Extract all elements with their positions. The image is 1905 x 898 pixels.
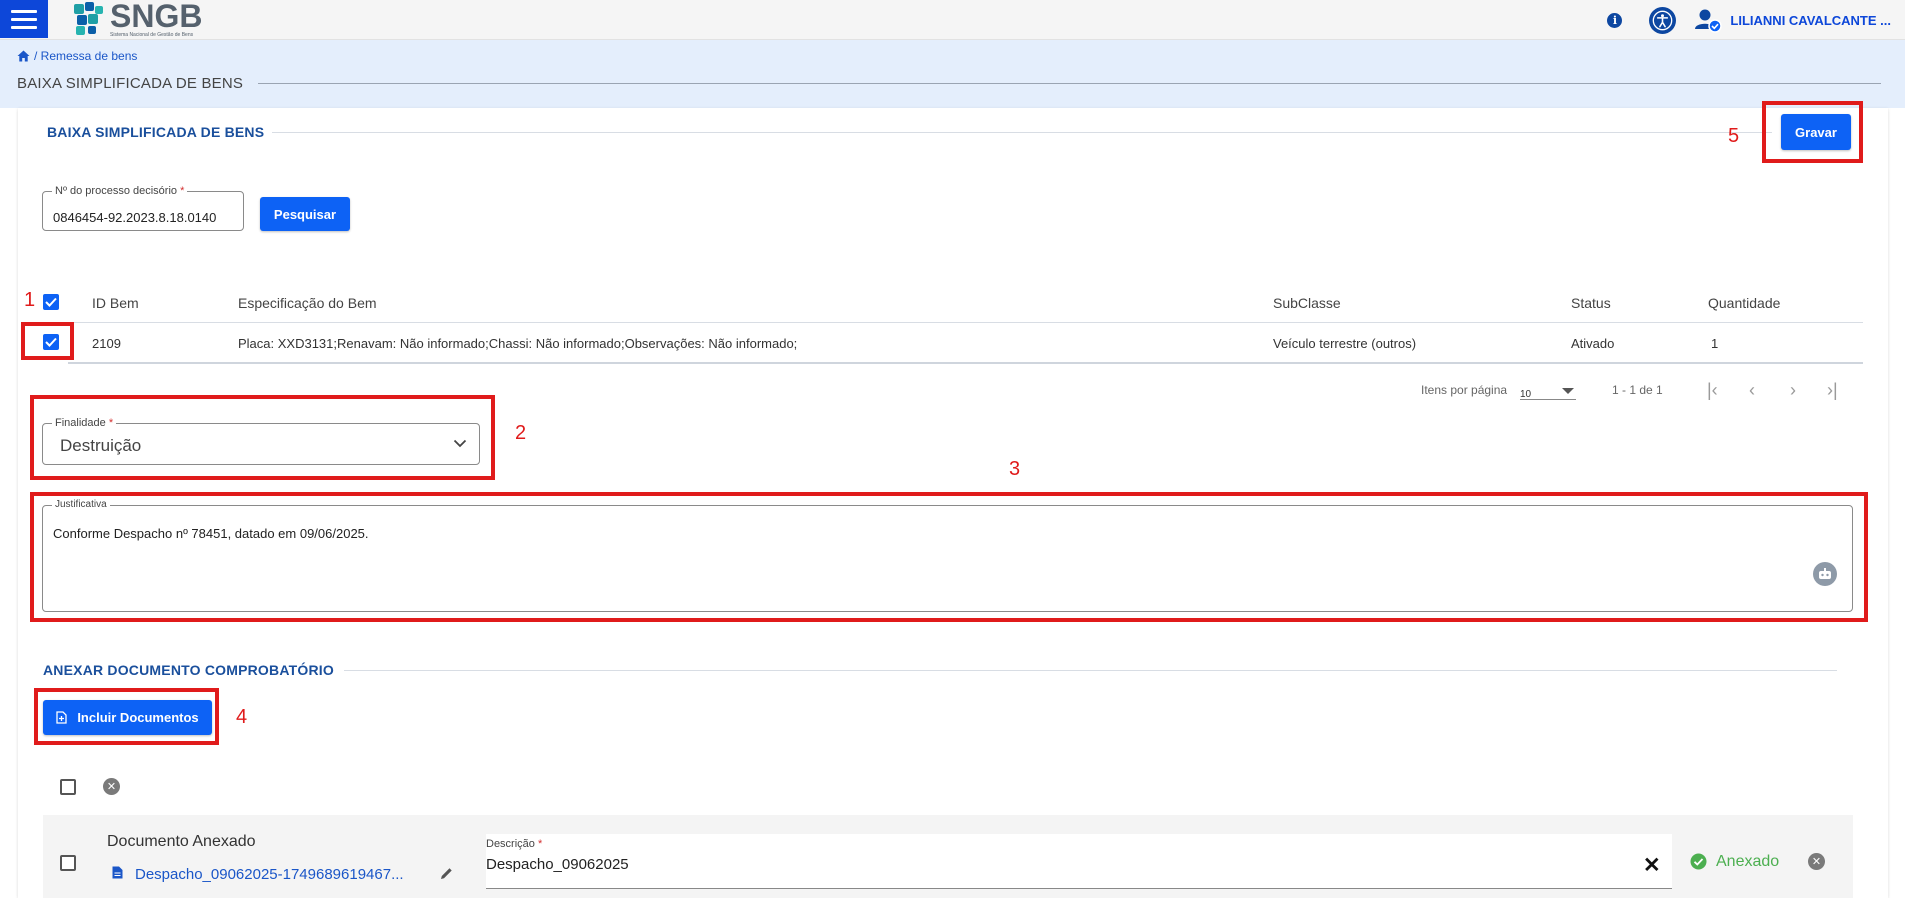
- document-checkbox[interactable]: [60, 855, 76, 871]
- user-name[interactable]: LILIANNI CAVALCANTE ...: [1730, 13, 1891, 28]
- page-range: 1 - 1 de 1: [1612, 383, 1663, 397]
- accessibility-icon[interactable]: [1649, 6, 1677, 34]
- clear-input-icon[interactable]: ✕: [1643, 853, 1661, 878]
- hamburger-menu-icon[interactable]: [0, 0, 48, 38]
- form-section-title: BAIXA SIMPLIFICADA DE BENS: [47, 124, 265, 140]
- page-title: BAIXA SIMPLIFICADA DE BENS: [17, 75, 244, 92]
- breadcrumb-band: [0, 40, 1905, 108]
- processo-field[interactable]: Nº do processo decisório * 0846454-92.20…: [42, 185, 244, 231]
- breadcrumb-item-remessa[interactable]: / Remessa de bens: [34, 49, 137, 63]
- cell-quantidade: 1: [1711, 336, 1719, 351]
- column-header-quantidade[interactable]: Quantidade: [1708, 295, 1780, 311]
- home-icon[interactable]: [17, 50, 30, 62]
- annotation-box-5: [1762, 101, 1863, 163]
- breadcrumb: / Remessa de bens: [17, 49, 137, 63]
- top-bar: SNGB Sistema Nacional de Gestão de Bens …: [0, 0, 1905, 40]
- descricao-label-overlay: Descrição *: [486, 838, 542, 850]
- remove-all-icon[interactable]: ✕: [103, 778, 120, 795]
- last-page-icon[interactable]: ›|: [1827, 380, 1838, 401]
- annotation-number-2: 2: [515, 422, 527, 444]
- page-title-divider: [258, 83, 1881, 84]
- required-marker: *: [537, 838, 543, 850]
- cell-id: 2109: [92, 336, 121, 351]
- annotation-number-4: 4: [236, 706, 248, 728]
- search-button[interactable]: Pesquisar: [260, 197, 350, 231]
- annotation-box-3: [30, 492, 1868, 622]
- cell-status: Ativado: [1571, 336, 1615, 351]
- page-size-value: 10: [1520, 389, 1532, 400]
- first-page-icon[interactable]: |‹: [1707, 380, 1718, 401]
- previous-page-icon[interactable]: ‹: [1749, 380, 1755, 401]
- document-file-icon: [112, 866, 123, 879]
- select-all-documents-checkbox[interactable]: [60, 779, 76, 795]
- annotation-box-1: [21, 322, 74, 360]
- annotation-box-4: [34, 688, 219, 745]
- anexar-section-title: ANEXAR DOCUMENTO COMPROBATÓRIO: [43, 662, 334, 678]
- descricao-input[interactable]: [486, 834, 1672, 889]
- column-header-id[interactable]: ID Bem: [92, 295, 139, 311]
- descricao-value: Despacho_09062025: [486, 856, 629, 873]
- info-icon[interactable]: i: [1607, 12, 1623, 28]
- processo-input[interactable]: 0846454-92.2023.8.18.0140: [53, 210, 216, 225]
- user-account-icon[interactable]: [1694, 6, 1723, 34]
- caret-down-icon: [1562, 388, 1574, 394]
- logo-title: SNGB: [110, 0, 203, 34]
- document-filename-link[interactable]: Despacho_09062025-1749689619467...: [135, 866, 404, 883]
- remove-document-icon[interactable]: ✕: [1808, 853, 1825, 870]
- annotation-box-2: [30, 395, 495, 480]
- column-header-subclasse[interactable]: SubClasse: [1273, 295, 1341, 311]
- annotation-number-3: 3: [1009, 458, 1021, 480]
- cell-especificacao: Placa: XXD3131;Renavam: Não informado;Ch…: [238, 336, 798, 351]
- table-header-divider: [68, 322, 1863, 323]
- annotation-number-1: 1: [24, 289, 36, 311]
- select-all-checkbox[interactable]: [43, 294, 59, 310]
- edit-pencil-icon[interactable]: [439, 866, 454, 881]
- column-header-especificacao[interactable]: Especificação do Bem: [238, 295, 377, 311]
- page-size-select[interactable]: 10: [1520, 384, 1576, 400]
- check-circle-icon: [1690, 853, 1707, 870]
- cell-subclasse: Veículo terrestre (outros): [1273, 336, 1417, 351]
- items-per-page-label: Itens por página: [1421, 383, 1508, 397]
- required-marker: *: [180, 185, 185, 197]
- logo-subtitle: Sistema Nacional de Gestão de Bens: [110, 32, 194, 38]
- annotation-number-5: 5: [1728, 125, 1740, 147]
- logo-mark-icon: [74, 2, 106, 36]
- app-logo[interactable]: SNGB Sistema Nacional de Gestão de Bens: [74, 0, 203, 38]
- anexar-section-divider: [344, 670, 1837, 671]
- table-row-divider: [68, 362, 1863, 364]
- processo-label: Nº do processo decisório: [55, 185, 178, 197]
- document-header: Documento Anexado: [107, 833, 256, 850]
- form-section-divider: [272, 132, 1772, 133]
- next-page-icon[interactable]: ›: [1790, 380, 1796, 401]
- document-status: Anexado: [1716, 853, 1780, 870]
- descricao-label-text-overlay: Descrição: [486, 838, 535, 850]
- column-header-status[interactable]: Status: [1571, 295, 1611, 311]
